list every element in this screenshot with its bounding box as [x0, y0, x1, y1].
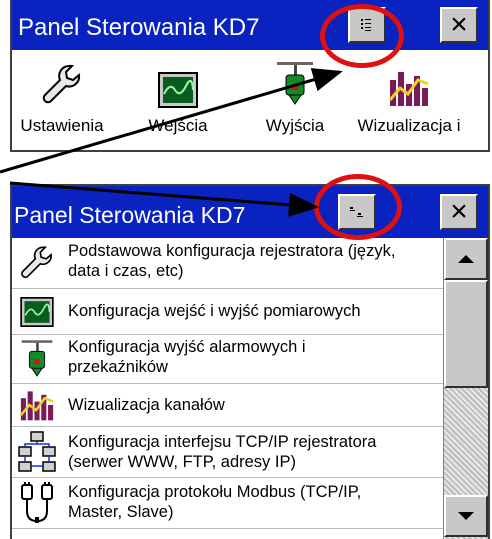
arrow-to-icon-view-button	[9, 181, 319, 217]
arrow-to-list-view-button	[0, 68, 343, 174]
annotation-arrows	[0, 68, 343, 217]
